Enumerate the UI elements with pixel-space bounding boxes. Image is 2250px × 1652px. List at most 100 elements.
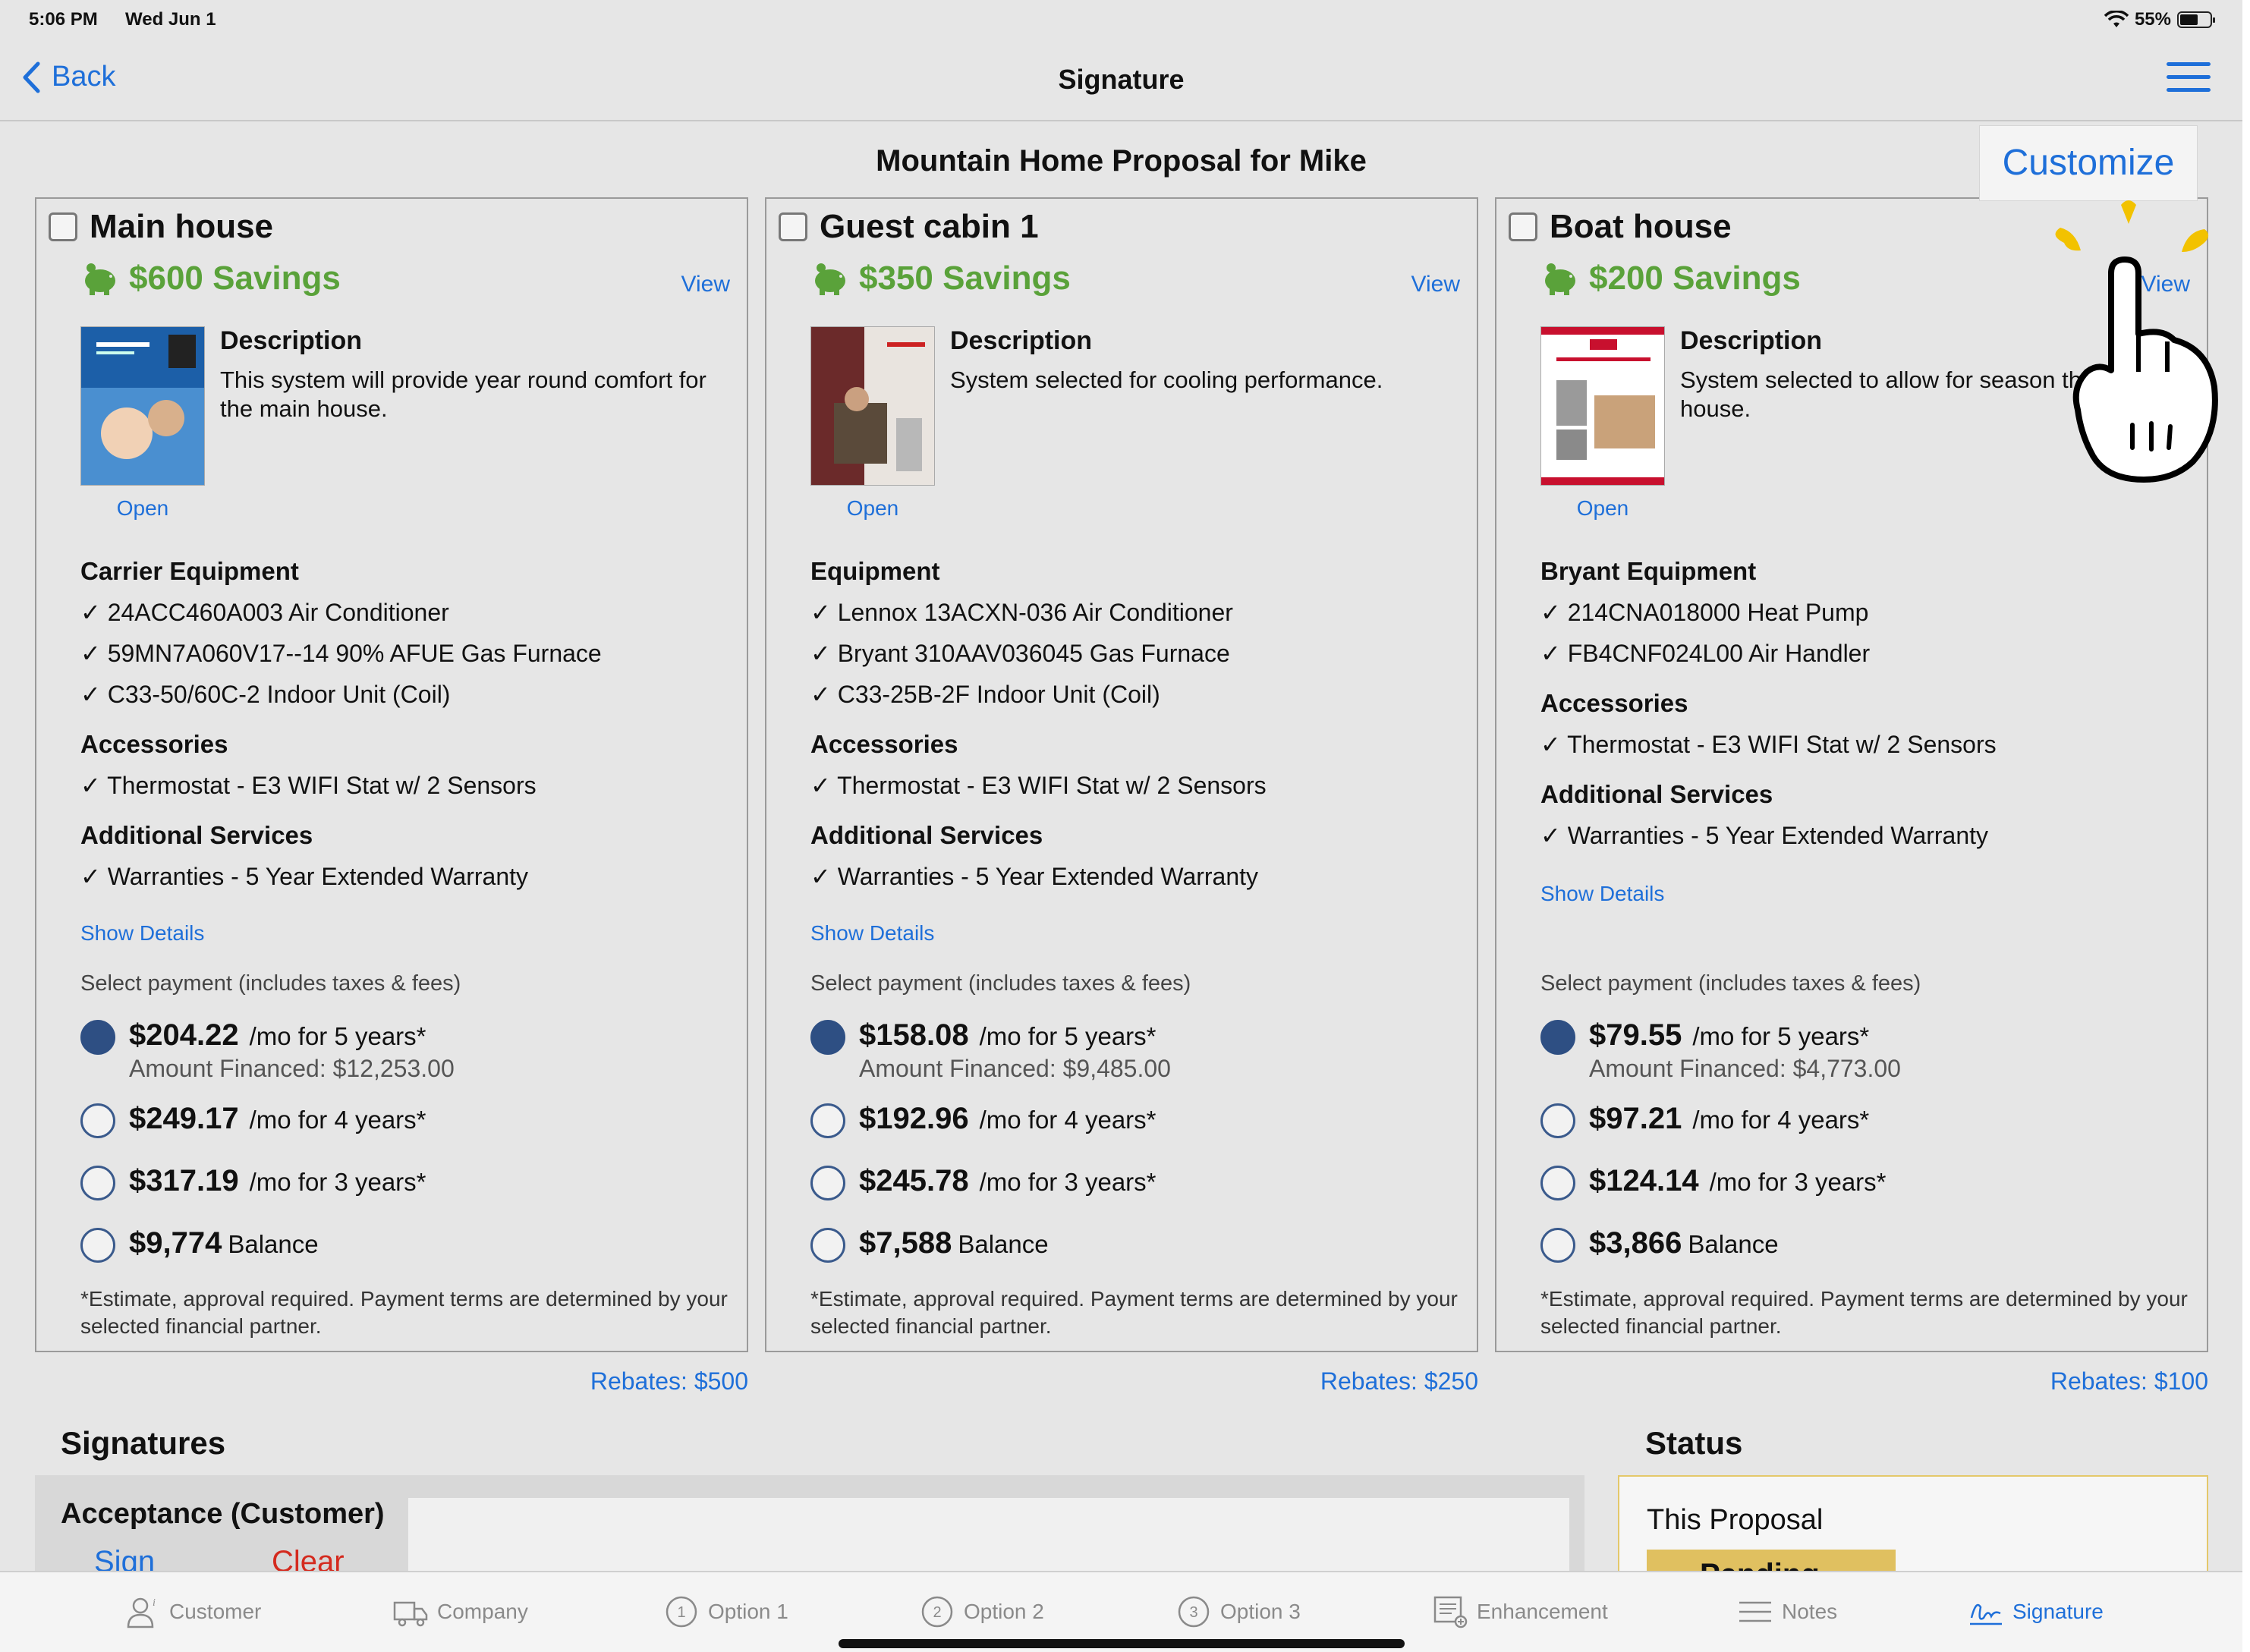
show-details-link[interactable]: Show Details	[80, 921, 204, 946]
open-link[interactable]: Open	[80, 496, 205, 521]
open-link[interactable]: Open	[1540, 496, 1665, 521]
svg-text:i: i	[153, 1597, 156, 1609]
rebates-link[interactable]: Rebates: $500	[445, 1367, 748, 1396]
piggy-bank-icon	[1545, 263, 1575, 295]
brochure-thumbnail[interactable]	[1540, 326, 1665, 486]
equipment-item: ✓ C33-25B-2F Indoor Unit (Coil)	[810, 681, 1160, 708]
payment-amount: $249.17	[129, 1102, 239, 1135]
payment-term: /mo for 5 years*	[1692, 1022, 1870, 1050]
tap-hand-icon	[2055, 200, 2218, 483]
accessories-title: Accessories	[80, 730, 228, 758]
tab-label: Company	[437, 1600, 528, 1623]
nav-bar: Back Signature	[0, 39, 2242, 121]
payment-radio-selected[interactable]	[1540, 1020, 1575, 1055]
tab-company[interactable]: Company	[393, 1595, 528, 1628]
rebates-link[interactable]: Rebates: $250	[1175, 1367, 1478, 1396]
payment-label: Select payment (includes taxes & fees)	[80, 971, 461, 996]
payment-radio-selected[interactable]	[80, 1020, 115, 1055]
payment-radio[interactable]	[80, 1228, 115, 1263]
accessories-title: Accessories	[1540, 689, 1688, 717]
tab-label: Customer	[169, 1600, 262, 1623]
equipment-item: ✓ Bryant 310AAV036045 Gas Furnace	[810, 640, 1230, 667]
equipment-item: ✓ 24ACC460A003 Air Conditioner	[80, 599, 449, 626]
show-details-link[interactable]: Show Details	[810, 921, 934, 946]
payment-term: /mo for 4 years*	[979, 1106, 1156, 1134]
payment-radio[interactable]	[80, 1166, 115, 1200]
status-bar: 5:06 PM Wed Jun 1 55%	[0, 0, 2242, 39]
option-checkbox[interactable]	[49, 212, 77, 241]
disclaimer: *Estimate, approval required. Payment te…	[1540, 1287, 2188, 1338]
payment-amount: $204.22	[129, 1018, 239, 1052]
savings-row: $350 Savings	[810, 260, 1071, 297]
payment-term: Balance	[958, 1230, 1049, 1258]
payment-term: /mo for 3 years*	[979, 1168, 1156, 1196]
payment-amount: $192.96	[859, 1102, 969, 1135]
payment-amount: $7,588	[859, 1226, 952, 1260]
payment-radio[interactable]	[810, 1166, 845, 1200]
payment-radio[interactable]	[810, 1103, 845, 1138]
payment-label: Select payment (includes taxes & fees)	[1540, 971, 1921, 996]
brochure-thumbnail[interactable]	[80, 326, 205, 486]
option-name: Main house	[90, 208, 274, 245]
show-details-link[interactable]: Show Details	[1540, 882, 1664, 906]
payment-amount: $245.78	[859, 1164, 969, 1197]
payment-radio[interactable]	[1540, 1103, 1575, 1138]
payment-radio-selected[interactable]	[810, 1020, 845, 1055]
tab-option-1[interactable]: 1 Option 1	[664, 1595, 788, 1628]
tab-label: Enhancement	[1477, 1600, 1608, 1623]
svg-text:1: 1	[677, 1604, 685, 1621]
accessories-title: Accessories	[810, 730, 958, 758]
equipment-title: Carrier Equipment	[80, 557, 299, 585]
open-link[interactable]: Open	[810, 496, 935, 521]
payment-option: $192.96/mo for 4 years*	[859, 1102, 1156, 1136]
savings-row: $600 Savings	[80, 260, 341, 297]
signature-panel: Acceptance (Customer) Sign Clear	[35, 1475, 1584, 1589]
savings-amount: $200 Savings	[1589, 260, 1801, 297]
payment-option: $9,774 Balance	[129, 1226, 319, 1260]
view-link[interactable]: View	[681, 272, 730, 297]
description-text: System selected for cooling performance.	[950, 367, 1383, 393]
payment-term: Balance	[1688, 1230, 1779, 1258]
service-item: ✓ Warranties - 5 Year Extended Warranty	[1540, 822, 1989, 849]
savings-amount: $600 Savings	[129, 260, 341, 297]
accessory-item: ✓ Thermostat - E3 WIFI Stat w/ 2 Sensors	[1540, 731, 1997, 758]
payment-term: /mo for 3 years*	[1709, 1168, 1887, 1196]
truck-icon	[393, 1601, 428, 1627]
payment-amount: $79.55	[1589, 1018, 1682, 1052]
tab-customer[interactable]: i Customer	[125, 1595, 261, 1628]
payment-amount: $9,774	[129, 1226, 222, 1260]
option-checkbox[interactable]	[779, 212, 807, 241]
savings-amount: $350 Savings	[859, 260, 1071, 297]
tab-notes[interactable]: Notes	[1738, 1595, 1837, 1628]
equipment-item: ✓ C33-50/60C-2 Indoor Unit (Coil)	[80, 681, 451, 708]
payment-radio[interactable]	[810, 1228, 845, 1263]
view-link[interactable]: View	[1411, 272, 1460, 297]
tab-option-3[interactable]: 3 Option 3	[1176, 1595, 1301, 1628]
payment-term: /mo for 5 years*	[249, 1022, 426, 1050]
payment-option: $79.55/mo for 5 years*	[1589, 1018, 1869, 1053]
payment-term: /mo for 3 years*	[249, 1168, 426, 1196]
payment-amount: $3,866	[1589, 1226, 1682, 1260]
equipment-title: Equipment	[810, 557, 940, 585]
description-text: This system will provide year round comf…	[220, 367, 706, 422]
tab-option-2[interactable]: 2 Option 2	[920, 1595, 1044, 1628]
accessory-item: ✓ Thermostat - E3 WIFI Stat w/ 2 Sensors	[810, 772, 1267, 799]
payment-term: /mo for 4 years*	[249, 1106, 426, 1134]
tab-label: Option 1	[708, 1600, 788, 1623]
status-time: 5:06 PM	[29, 9, 98, 30]
payment-radio[interactable]	[1540, 1228, 1575, 1263]
amount-financed: Amount Financed: $4,773.00	[1589, 1055, 1901, 1082]
brochure-thumbnail[interactable]	[810, 326, 935, 486]
payment-radio[interactable]	[80, 1103, 115, 1138]
description-label: Description	[220, 326, 363, 355]
option-checkbox[interactable]	[1509, 212, 1537, 241]
enhancement-icon	[1433, 1596, 1468, 1628]
payment-option: $3,866 Balance	[1589, 1226, 1779, 1260]
tab-signature[interactable]: Signature	[1968, 1595, 2104, 1628]
description-label: Description	[1680, 326, 1823, 355]
tab-enhancement[interactable]: Enhancement	[1433, 1595, 1608, 1628]
menu-icon[interactable]	[2167, 62, 2211, 94]
ipad-screen: 5:06 PM Wed Jun 1 55% Back Signature Mou…	[0, 0, 2242, 1652]
payment-radio[interactable]	[1540, 1166, 1575, 1200]
rebates-link[interactable]: Rebates: $100	[1905, 1367, 2208, 1396]
